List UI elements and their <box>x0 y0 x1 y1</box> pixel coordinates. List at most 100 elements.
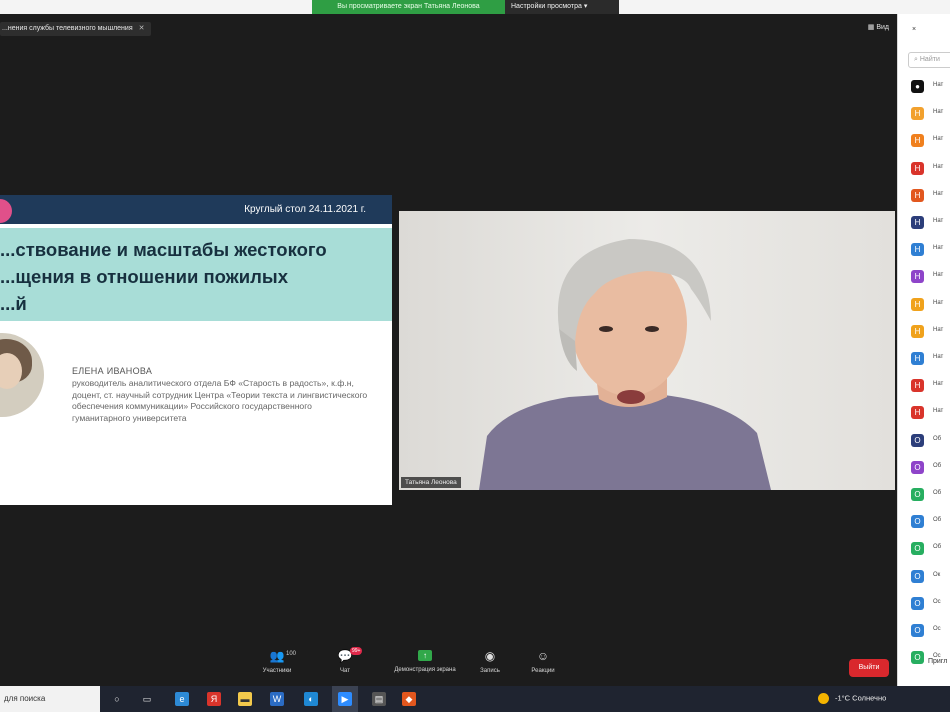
record-button[interactable]: ◉ Запись <box>465 650 515 674</box>
participant-name: Об <box>933 544 942 551</box>
participant-video[interactable]: Татьяна Леонова <box>399 211 895 490</box>
participant-list-item[interactable]: ● Нат <box>911 78 950 94</box>
chat-icon: 💬 <box>337 649 353 663</box>
taskbar-search-text: для поиска <box>4 694 46 703</box>
avatar: О <box>911 515 924 529</box>
participant-name: Нат <box>933 109 944 116</box>
participant-list-item[interactable]: Н Нат <box>911 241 950 257</box>
participant-list-item[interactable]: О Об <box>911 432 950 448</box>
word-icon[interactable]: W <box>270 692 284 706</box>
close-icon[interactable]: ✕ <box>139 25 145 32</box>
avatar: Н <box>911 216 924 229</box>
avatar: О <box>911 460 924 474</box>
avatar: О <box>911 569 924 583</box>
close-panel-icon[interactable]: × <box>912 26 916 33</box>
participant-list-item[interactable]: О Ос <box>911 622 950 638</box>
avatar: Н <box>911 188 924 202</box>
participant-list-item[interactable]: Н Нат <box>911 323 950 339</box>
taskbar-search[interactable]: для поиска <box>0 686 100 712</box>
avatar: О <box>911 596 924 610</box>
participant-list-item[interactable]: Н Нат <box>911 377 950 393</box>
shared-screen-tab[interactable]: ...нения службы телевизного мышления ✕ <box>0 22 151 36</box>
browser-icon[interactable]: ◐ <box>304 692 318 706</box>
reactions-label: Реакции <box>531 668 555 674</box>
participant-list-item[interactable]: Н Нат <box>911 404 950 420</box>
participant-list-item[interactable]: О Ок <box>911 568 950 584</box>
avatar: О <box>911 542 924 556</box>
participant-list-item[interactable]: Н Нат <box>911 214 950 230</box>
app-icon[interactable]: ▤ <box>372 692 386 706</box>
participant-list-item[interactable]: Н Нат <box>911 160 950 176</box>
participant-name: Нат <box>933 190 944 197</box>
zoom-icon[interactable]: ▶ <box>338 692 352 706</box>
participants-label: Участники <box>262 668 292 674</box>
participant-list-item[interactable]: Н Нат <box>911 350 950 366</box>
sun-icon <box>818 693 829 704</box>
edge-icon[interactable]: e <box>175 692 189 706</box>
slide-logo-circle <box>0 199 12 223</box>
chat-button[interactable]: 💬 99+ Чат <box>320 647 370 674</box>
participant-name: Ос <box>933 626 941 632</box>
slide-title-line: ...ствование и масштабы жестокого <box>0 239 327 260</box>
participant-name: Нат <box>933 136 944 143</box>
avatar: Н <box>911 107 924 121</box>
weather-text: -1°С Солнечно <box>835 693 887 703</box>
participant-list-item[interactable]: О Об <box>911 459 950 475</box>
grid-icon: ▦ <box>867 24 875 31</box>
participant-name: Нат <box>933 82 944 88</box>
participant-name: Ос <box>933 598 941 605</box>
participant-name: Нат <box>933 272 944 279</box>
avatar: Н <box>911 270 924 284</box>
windows-taskbar: для поиска ○ ▭ e Я ▬ W ◐ ▶ ▤ ◆ -1°С Солн… <box>0 686 950 712</box>
participants-button[interactable]: 👥 100 Участники <box>252 650 302 674</box>
avatar: Н <box>911 324 924 338</box>
chat-label: Чат <box>340 668 350 674</box>
avatar: О <box>911 624 924 637</box>
chevron-down-icon: ▾ <box>583 3 588 10</box>
share-screen-button[interactable]: ↑ Демонстрация экрана <box>392 650 458 673</box>
participant-list-item[interactable]: Н Нат <box>911 105 950 121</box>
slide-title: ...ствование и масштабы жестокого ...щен… <box>0 236 392 317</box>
participant-list-item[interactable]: Н Нат <box>911 132 950 148</box>
invite-button[interactable]: Пригл <box>928 658 947 665</box>
yandex-icon[interactable]: Я <box>207 692 221 706</box>
participant-list-item[interactable]: О Об <box>911 540 950 556</box>
app2-icon[interactable]: ◆ <box>402 692 416 706</box>
speaker-name: ЕЛЕНА ИВАНОВА <box>72 366 153 376</box>
slide-title-line: ...щения в отношении пожилых <box>0 266 289 287</box>
meeting-toolbar: 👥 100 Участники 💬 99+ Чат ↑ Демонстрация… <box>0 644 897 686</box>
slide-header: Круглый стол 24.11.2021 г. <box>0 195 392 224</box>
view-button[interactable]: ▦ Вид <box>868 23 889 31</box>
avatar: Н <box>911 406 924 420</box>
reactions-button[interactable]: ☺ Реакции <box>518 650 568 674</box>
participant-name: Нат <box>933 218 944 224</box>
view-button-label: Вид <box>876 24 889 31</box>
view-options-label: Настройки просмотра <box>511 3 582 10</box>
screen: Вы просматриваете экран Татьяна Леонова … <box>0 0 950 712</box>
participant-list-item[interactable]: О Об <box>911 513 950 529</box>
folder-icon[interactable]: ▬ <box>238 692 252 706</box>
participant-name: Нат <box>933 381 944 388</box>
participant-list-item[interactable]: Н Нат <box>911 296 950 312</box>
participant-name: Нат <box>933 408 944 415</box>
viewing-banner: Вы просматриваете экран Татьяна Леонова <box>312 0 505 14</box>
record-icon: ◉ <box>484 649 496 663</box>
avatar: Н <box>911 161 924 175</box>
participant-search-input[interactable]: ⌕ Найти <box>908 52 950 68</box>
view-options-button[interactable]: Настройки просмотра ▾ <box>505 0 619 14</box>
shared-slide: Круглый стол 24.11.2021 г. ...ствование … <box>0 195 392 505</box>
weather-widget[interactable]: -1°С Солнечно <box>818 693 886 704</box>
participant-name: Нат <box>933 163 944 170</box>
participants-panel: × ⌕ Найти ● Нат Н Нат Н Нат Н Нат Н Нат Н Нат Н Нат Н Н… <box>897 14 950 686</box>
task-view-icon[interactable]: ○ <box>110 692 124 706</box>
participant-list-item[interactable]: Н Нат <box>911 187 950 203</box>
top-strip: Вы просматриваете экран Татьяна Леонова … <box>0 0 950 14</box>
widgets-icon[interactable]: ▭ <box>140 692 154 706</box>
participant-list-item[interactable]: О Об <box>911 486 950 502</box>
avatar: Н <box>911 243 924 257</box>
participant-name: Нат <box>933 245 944 252</box>
slide-date: Круглый стол 24.11.2021 г. <box>244 204 366 215</box>
participant-list-item[interactable]: Н Нат <box>911 268 950 284</box>
participant-list-item[interactable]: О Ос <box>911 595 950 611</box>
leave-button[interactable]: Выйти <box>849 659 889 677</box>
